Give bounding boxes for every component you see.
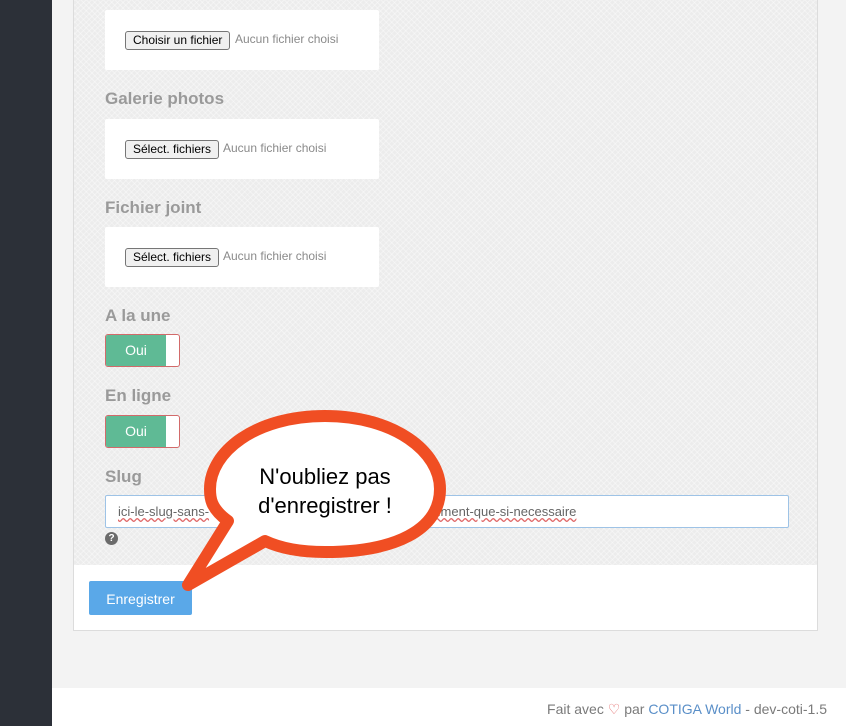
attachment-select-files-button[interactable]: Sélect. fichiers — [125, 248, 220, 267]
slug-label: Slug — [105, 467, 142, 486]
slug-input[interactable]: ici-le-slug-sans-modifier-vraiment-que-s… — [105, 495, 789, 528]
gallery-select-files-button[interactable]: Sélect. fichiers — [125, 140, 220, 159]
save-button[interactable]: Enregistrer — [89, 581, 192, 615]
online-toggle-on: Oui — [106, 416, 166, 447]
callout-line-2: d'enregistrer ! — [258, 493, 392, 518]
form-card: Choisir un fichier Aucun fichier choisi … — [73, 0, 818, 631]
image-file-field: Choisir un fichier Aucun fichier choisi — [105, 10, 379, 70]
attachment-file-field: Sélect. fichiers Aucun fichier choisi — [105, 227, 379, 287]
help-icon[interactable]: ? — [105, 532, 118, 545]
form-body: Choisir un fichier Aucun fichier choisi … — [74, 0, 817, 565]
heart-icon: ♡ — [607, 701, 621, 717]
choose-file-button[interactable]: Choisir un fichier — [125, 31, 231, 50]
footer-credits: Fait avec ♡ par COTIGA World - dev-coti-… — [547, 701, 827, 718]
slug-value-start: ici-le-slug-sans- — [118, 504, 210, 519]
footer-version: - dev-coti-1.5 — [745, 701, 827, 717]
online-toggle[interactable]: Oui — [105, 415, 180, 448]
attachment-label: Fichier joint — [105, 198, 202, 217]
featured-toggle[interactable]: Oui — [105, 334, 180, 367]
file-status-text: Aucun fichier choisi — [235, 32, 339, 46]
featured-toggle-on: Oui — [106, 335, 166, 366]
attachment-file-status: Aucun fichier choisi — [223, 249, 327, 263]
gallery-file-status: Aucun fichier choisi — [223, 141, 327, 155]
footer: Fait avec ♡ par COTIGA World - dev-coti-… — [52, 688, 846, 726]
gallery-label: Galerie photos — [105, 89, 225, 108]
callout-line-1: N'oubliez pas — [259, 464, 391, 489]
online-label: En ligne — [105, 386, 172, 405]
company-link[interactable]: COTIGA World — [648, 701, 741, 717]
footer-prefix: Fait avec — [547, 701, 604, 717]
featured-label: A la une — [105, 306, 171, 325]
footer-by: par — [624, 701, 645, 717]
sidebar — [0, 0, 52, 726]
callout-text: N'oubliez pas d'enregistrer ! — [226, 462, 424, 520]
gallery-file-field: Sélect. fichiers Aucun fichier choisi — [105, 119, 379, 179]
